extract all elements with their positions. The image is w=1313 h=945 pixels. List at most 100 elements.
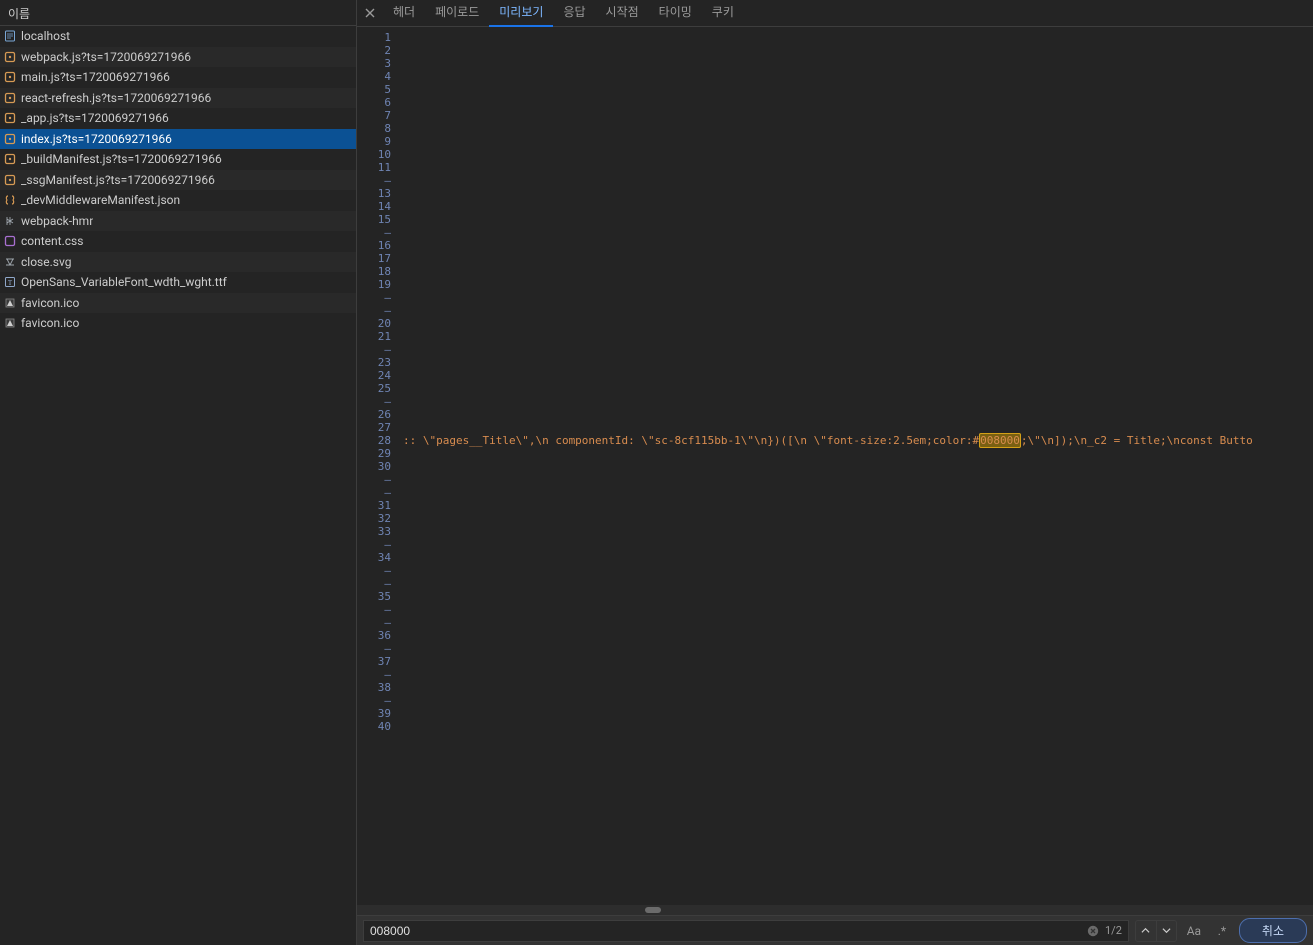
match-case-toggle[interactable]: Aa xyxy=(1183,924,1205,938)
code-content[interactable]: :: \"pages__Title\",\n componentId: \"sc… xyxy=(403,31,1253,733)
request-name: localhost xyxy=(21,29,70,43)
request-row[interactable]: index.js?ts=1720069271966 xyxy=(0,129,356,150)
code-line xyxy=(403,226,1253,239)
request-row[interactable]: _ssgManifest.js?ts=1720069271966 xyxy=(0,170,356,191)
line-number: 10 xyxy=(357,148,397,161)
line-number: 23 xyxy=(357,356,397,369)
line-number: 32 xyxy=(357,512,397,525)
line-number: 38 xyxy=(357,681,397,694)
request-row[interactable]: favicon.ico xyxy=(0,313,356,334)
request-row[interactable]: main.js?ts=1720069271966 xyxy=(0,67,356,88)
code-line xyxy=(403,395,1253,408)
request-row[interactable]: react-refresh.js?ts=1720069271966 xyxy=(0,88,356,109)
request-row[interactable]: favicon.ico xyxy=(0,293,356,314)
line-number: – xyxy=(357,226,397,239)
line-number: 29 xyxy=(357,447,397,460)
line-number: – xyxy=(357,174,397,187)
code-line xyxy=(403,31,1253,44)
request-name: index.js?ts=1720069271966 xyxy=(21,132,172,146)
code-line xyxy=(403,616,1253,629)
line-number: 15 xyxy=(357,213,397,226)
request-row[interactable]: T OpenSans_VariableFont_wdth_wght.ttf xyxy=(0,272,356,293)
line-number: 18 xyxy=(357,265,397,278)
code-line xyxy=(403,655,1253,668)
line-number: – xyxy=(357,616,397,629)
line-number: – xyxy=(357,395,397,408)
code-line xyxy=(403,473,1253,486)
line-number: 9 xyxy=(357,135,397,148)
clear-icon[interactable] xyxy=(1087,924,1101,938)
code-line xyxy=(403,460,1253,473)
request-row[interactable]: _buildManifest.js?ts=1720069271966 xyxy=(0,149,356,170)
js-icon xyxy=(4,174,16,186)
line-number: 5 xyxy=(357,83,397,96)
code-line xyxy=(403,369,1253,382)
find-count: 1/2 xyxy=(1105,924,1122,937)
css-icon xyxy=(4,235,16,247)
line-number: 16 xyxy=(357,239,397,252)
code-line xyxy=(403,590,1253,603)
tab-응답[interactable]: 응답 xyxy=(553,0,595,27)
code-line xyxy=(403,148,1253,161)
line-number: 21 xyxy=(357,330,397,343)
request-row[interactable]: webpack-hmr xyxy=(0,211,356,232)
line-number: 31 xyxy=(357,499,397,512)
line-number: 36 xyxy=(357,629,397,642)
network-sidebar: 이름 localhostwebpack.js?ts=1720069271966m… xyxy=(0,0,357,945)
line-number: – xyxy=(357,304,397,317)
code-preview: 1234567891011–131415–16171819––2021–2324… xyxy=(357,27,1313,915)
tab-시작점[interactable]: 시작점 xyxy=(596,0,649,27)
code-line xyxy=(403,57,1253,70)
line-number: – xyxy=(357,603,397,616)
request-row[interactable]: _app.js?ts=1720069271966 xyxy=(0,108,356,129)
request-name: favicon.ico xyxy=(21,316,79,330)
scrollbar-thumb[interactable] xyxy=(645,907,661,913)
code-line xyxy=(403,304,1253,317)
svg-text:T: T xyxy=(8,279,13,287)
request-row[interactable]: _devMiddlewareManifest.json xyxy=(0,190,356,211)
line-number: 4 xyxy=(357,70,397,83)
line-number: – xyxy=(357,291,397,304)
ws-icon xyxy=(4,215,16,227)
request-row[interactable]: close.svg xyxy=(0,252,356,273)
js-icon xyxy=(4,112,16,124)
img-icon xyxy=(4,317,16,329)
cancel-button[interactable]: 취소 xyxy=(1239,918,1307,943)
code-line xyxy=(403,265,1253,278)
close-icon[interactable] xyxy=(357,0,383,26)
tab-미리보기[interactable]: 미리보기 xyxy=(489,0,553,27)
request-name: OpenSans_VariableFont_wdth_wght.ttf xyxy=(21,275,227,289)
find-input[interactable] xyxy=(370,924,1087,938)
code-line xyxy=(403,44,1253,57)
horizontal-scrollbar[interactable] xyxy=(357,905,1313,915)
code-line xyxy=(403,135,1253,148)
code-line xyxy=(403,603,1253,616)
code-line xyxy=(403,564,1253,577)
line-number: – xyxy=(357,473,397,486)
code-line xyxy=(403,291,1253,304)
code-line xyxy=(403,343,1253,356)
line-number: – xyxy=(357,538,397,551)
request-name: main.js?ts=1720069271966 xyxy=(21,70,170,84)
code-line xyxy=(403,187,1253,200)
line-number: 3 xyxy=(357,57,397,70)
line-number: – xyxy=(357,577,397,590)
find-next-button[interactable] xyxy=(1156,921,1176,941)
code-line xyxy=(403,499,1253,512)
tab-헤더[interactable]: 헤더 xyxy=(383,0,425,27)
regex-toggle[interactable]: .* xyxy=(1211,924,1233,938)
request-row[interactable]: webpack.js?ts=1720069271966 xyxy=(0,47,356,68)
line-number: 13 xyxy=(357,187,397,200)
js-icon xyxy=(4,153,16,165)
tab-쿠키[interactable]: 쿠키 xyxy=(702,0,744,27)
request-name: webpack.js?ts=1720069271966 xyxy=(21,50,191,64)
json-icon xyxy=(4,194,16,206)
request-row[interactable]: content.css xyxy=(0,231,356,252)
request-name: react-refresh.js?ts=1720069271966 xyxy=(21,91,211,105)
request-name: webpack-hmr xyxy=(21,214,93,228)
tab-페이로드[interactable]: 페이로드 xyxy=(425,0,489,27)
request-row[interactable]: localhost xyxy=(0,26,356,47)
code-line xyxy=(403,577,1253,590)
find-prev-button[interactable] xyxy=(1136,921,1156,941)
tab-타이밍[interactable]: 타이밍 xyxy=(649,0,702,27)
